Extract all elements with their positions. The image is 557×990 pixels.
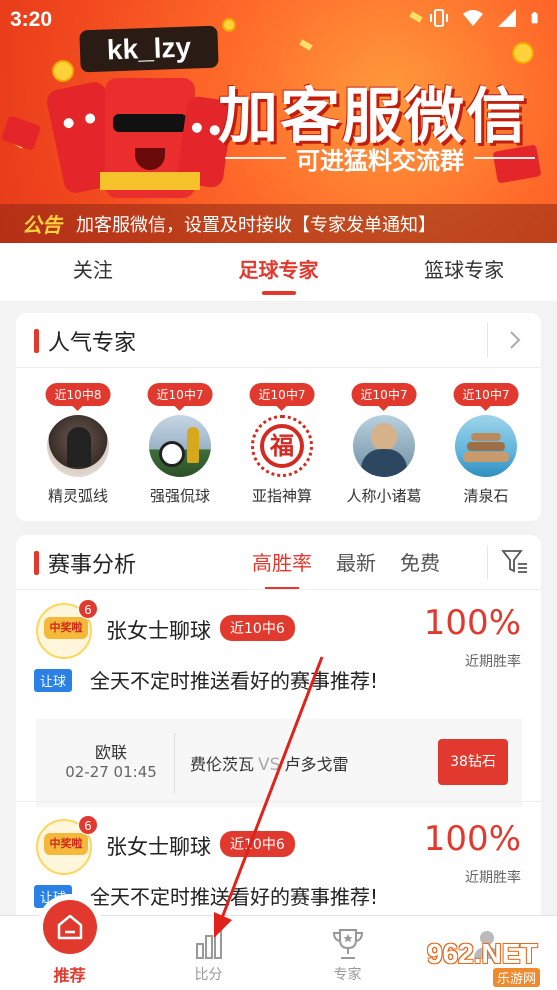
notice-tag: 公告 xyxy=(22,213,62,237)
notice-bar[interactable]: 公告 加客服微信，设置及时接收【专家发单通知】 xyxy=(0,204,557,243)
notice-text: 加客服微信，设置及时接收【专家发单通知】 xyxy=(76,214,436,236)
vs-label: VS xyxy=(258,755,281,775)
category-tabs: 关注 足球专家 篮球专家 xyxy=(0,243,557,301)
match-info[interactable]: 欧联 02-27 01:45 费伦茨瓦 VS 卢多戈雷 38钻石 xyxy=(36,719,522,807)
expert-name: 清泉石 xyxy=(463,487,509,505)
streak-badge: 近10中7 xyxy=(351,383,417,411)
status-time: 3:20 xyxy=(10,8,53,31)
red-envelope-icon xyxy=(0,114,42,152)
filter-latest[interactable]: 最新 xyxy=(336,547,376,576)
avatar xyxy=(455,415,517,477)
match-teams: 费伦茨瓦 VS 卢多戈雷 xyxy=(190,751,348,775)
expert-name: 张女士聊球 xyxy=(106,835,211,859)
win-rate: 100% xyxy=(423,819,521,859)
bar-chart-icon xyxy=(195,929,222,959)
promo-banner[interactable]: 3:20 kk_lzy 加客服微信 可进猛料交流群 公告 加客服微信，设置及时接… xyxy=(0,0,557,243)
watermark-text: 乐游网 xyxy=(493,968,541,987)
bet-type-tag: 让球 xyxy=(34,669,73,692)
sunglasses-icon xyxy=(113,114,187,132)
streak-badge: 近10中6 xyxy=(220,615,295,641)
filter-icon[interactable] xyxy=(487,545,541,579)
avatar-text: 中奖啦 xyxy=(44,617,88,639)
price-button[interactable]: 38钻石 xyxy=(438,739,508,785)
banner-subtitle: 可进猛料交流群 xyxy=(296,146,464,175)
tab-basketball-experts[interactable]: 篮球专家 xyxy=(371,243,557,301)
nav-label: 推荐 xyxy=(53,966,86,985)
home-icon xyxy=(43,900,97,954)
streak-badge: 近10中7 xyxy=(249,383,315,411)
post-description: 全天不定时推送看好的赛事推荐! xyxy=(90,885,379,909)
popular-experts-card: 人气专家 近10中8 精灵弧线 近10中7 强强侃球 近10中7 福 亚指神算 … xyxy=(16,313,541,521)
avatar: 福 xyxy=(251,415,313,477)
nav-label: 比分 xyxy=(194,967,223,983)
expert-name: 亚指神算 xyxy=(251,487,312,505)
post-description: 全天不定时推送看好的赛事推荐! xyxy=(90,669,379,693)
expert-name: 人称小诸葛 xyxy=(346,487,422,505)
count-badge: 6 xyxy=(78,599,98,619)
nav-experts[interactable]: 专家 xyxy=(278,916,417,990)
expert-name: 强强侃球 xyxy=(149,487,210,505)
section-title: 人气专家 xyxy=(48,331,137,356)
vibrate-icon xyxy=(430,9,448,27)
streak-badge: 近10中7 xyxy=(453,383,519,411)
nav-score[interactable]: 比分 xyxy=(139,916,278,990)
watermark-logo: 962.NET xyxy=(427,938,538,969)
signal-icon xyxy=(498,9,516,27)
win-rate: 100% xyxy=(423,603,521,643)
banner-subtitle-row: 可进猛料交流群 xyxy=(225,143,535,175)
filter-high-win-rate[interactable]: 高胜率 xyxy=(252,547,312,590)
coin-icon xyxy=(222,18,236,32)
section-title: 赛事分析 xyxy=(48,553,137,578)
status-icons xyxy=(429,8,543,28)
banner-badge: kk_lzy xyxy=(79,25,219,73)
coin-icon xyxy=(512,42,534,64)
nav-recommend[interactable]: 推荐 xyxy=(0,900,139,990)
section-header: 赛事分析 高胜率 最新 免费 xyxy=(16,535,541,590)
match-time: 02-27 01:45 xyxy=(65,763,157,781)
match-analysis-card: 赛事分析 高胜率 最新 免费 中奖啦 6 张女士聊球 近10中6 100% 近期… xyxy=(16,535,541,915)
expert-name: 精灵弧线 xyxy=(47,487,108,505)
battery-icon xyxy=(531,12,538,24)
win-rate-label: 近期胜率 xyxy=(465,654,521,670)
section-header: 人气专家 xyxy=(16,313,541,367)
nav-label: 专家 xyxy=(333,967,362,983)
avatar xyxy=(353,415,415,477)
expert-name: 张女士聊球 xyxy=(106,619,211,643)
tab-football-experts[interactable]: 足球专家 xyxy=(186,243,372,301)
wifi-icon xyxy=(463,10,483,26)
filter-tabs: 高胜率 最新 免费 xyxy=(252,547,440,590)
confetti xyxy=(299,39,313,51)
avatar-text: 中奖啦 xyxy=(44,833,88,855)
win-rate-label: 近期胜率 xyxy=(465,870,521,886)
avatar xyxy=(47,415,109,477)
match-league: 欧联 xyxy=(94,743,127,762)
away-team: 卢多戈雷 xyxy=(284,755,349,774)
trophy-icon xyxy=(332,929,363,959)
chevron-right-icon[interactable] xyxy=(487,323,541,357)
coin-icon xyxy=(52,60,74,82)
gold-band xyxy=(100,172,200,190)
streak-badge: 近10中7 xyxy=(147,383,213,411)
streak-badge: 近10中8 xyxy=(45,383,111,411)
watermark: 962.NET 乐游网 xyxy=(403,938,553,988)
home-team: 费伦茨瓦 xyxy=(190,755,255,774)
streak-badge: 近10中6 xyxy=(220,831,295,857)
filter-free[interactable]: 免费 xyxy=(400,547,440,576)
count-badge: 6 xyxy=(78,815,98,835)
avatar xyxy=(149,415,211,477)
tab-follow[interactable]: 关注 xyxy=(0,243,186,301)
